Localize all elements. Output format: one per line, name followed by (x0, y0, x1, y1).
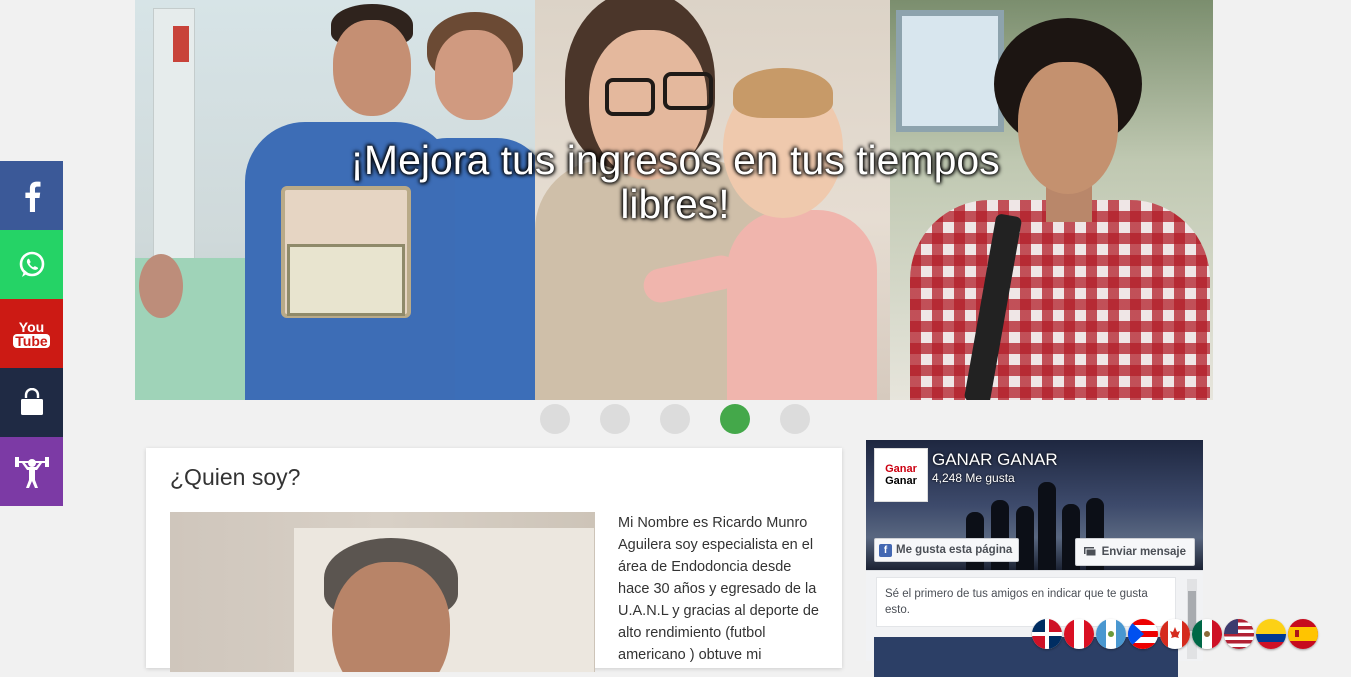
flag-mexico-icon[interactable] (1192, 619, 1222, 649)
youtube-link[interactable]: You Tube (0, 299, 63, 368)
facebook-f-icon: f (879, 543, 892, 557)
slider-pagination (540, 404, 820, 436)
hero-title: ¡Mejora tus ingresos en tus tiempos libr… (350, 137, 1000, 227)
flag-puerto-rico-icon[interactable] (1128, 619, 1158, 649)
like-button-label: Me gusta esta página (896, 544, 1013, 556)
doctor-photo (170, 512, 595, 672)
slider-dot-2[interactable] (600, 404, 630, 434)
ganar-ganar-logo[interactable]: Ganar Ganar (874, 448, 928, 502)
flag-usa-icon[interactable] (1224, 619, 1254, 649)
facebook-page-name[interactable]: GANAR GANAR (932, 450, 1058, 470)
facebook-link[interactable] (0, 161, 63, 230)
weightlifter-icon (14, 456, 49, 488)
message-button-label: Enviar mensaje (1101, 546, 1186, 558)
flag-peru-icon[interactable] (1064, 619, 1094, 649)
slider-dot-5[interactable] (780, 404, 810, 434)
message-icon (1083, 547, 1096, 557)
whatsapp-icon (19, 251, 44, 277)
facebook-message-button[interactable]: Enviar mensaje (1074, 538, 1195, 566)
facebook-like-count: 4,248 Me gusta (932, 471, 1015, 485)
facebook-icon (24, 181, 40, 212)
about-text: Mi Nombre es Ricardo Munro Aguilera soy … (618, 515, 819, 663)
youtube-icon-text-1: You (18, 318, 45, 335)
flag-dominican-republic-icon[interactable] (1032, 619, 1062, 649)
slider-dot-1[interactable] (540, 404, 570, 434)
slider-dot-3[interactable] (660, 404, 690, 434)
facebook-cover-image[interactable]: Ganar Ganar GANAR GANAR 4,248 Me gusta f… (866, 440, 1203, 570)
social-sidebar: You Tube (0, 161, 63, 506)
flag-spain-icon[interactable] (1288, 619, 1318, 649)
shopping-bag-icon (20, 387, 43, 415)
fitness-link[interactable] (0, 437, 63, 506)
shop-link[interactable] (0, 368, 63, 437)
slider-dot-4[interactable] (720, 404, 750, 434)
youtube-icon-text-2: Tube (13, 332, 50, 349)
whatsapp-link[interactable] (0, 230, 63, 299)
hero-slider[interactable]: ¡Mejora tus ingresos en tus tiempos libr… (135, 0, 1213, 400)
flag-canada-icon[interactable] (1160, 619, 1190, 649)
flag-colombia-icon[interactable] (1256, 619, 1286, 649)
flag-guatemala-icon[interactable] (1096, 619, 1126, 649)
about-card: ¿Quien soy? Mi Nombre es Ricardo Munro A… (146, 448, 842, 672)
country-flags (1032, 619, 1318, 650)
about-heading: ¿Quien soy? (170, 464, 301, 490)
logo-text-2: Ganar (885, 475, 917, 487)
facebook-like-button[interactable]: f Me gusta esta página (874, 538, 1020, 562)
logo-text-1: Ganar (885, 463, 917, 475)
youtube-icon: You Tube (13, 318, 50, 349)
